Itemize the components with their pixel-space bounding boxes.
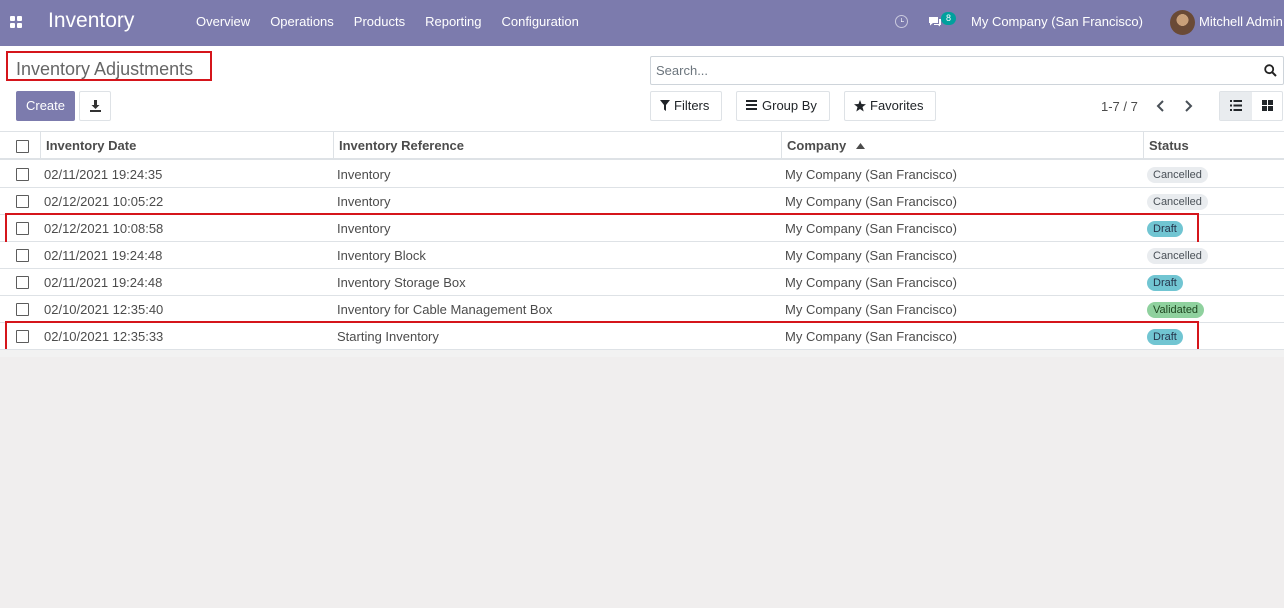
create-button[interactable]: Create xyxy=(16,91,75,121)
menu-item-operations[interactable]: Operations xyxy=(260,14,344,29)
group-by-label: Group By xyxy=(762,98,817,113)
menu-item-products[interactable]: Products xyxy=(344,14,415,29)
top-navbar: Inventory Overview Operations Products R… xyxy=(0,0,1284,46)
status-badge: Cancelled xyxy=(1147,248,1208,264)
cell-inventory-reference: Starting Inventory xyxy=(337,329,439,344)
avatar[interactable] xyxy=(1170,10,1195,35)
cell-inventory-reference: Inventory xyxy=(337,194,391,209)
favorites-label: Favorites xyxy=(870,98,924,113)
messages-icon[interactable] xyxy=(928,16,942,27)
cell-company: My Company (San Francisco) xyxy=(785,275,957,290)
status-badge: Cancelled xyxy=(1147,194,1208,210)
download-icon xyxy=(90,100,101,112)
cell-company: My Company (San Francisco) xyxy=(785,248,957,263)
table-row[interactable]: 02/11/2021 19:24:35 Inventory My Company (… xyxy=(0,161,1284,188)
status-badge: Validated xyxy=(1147,302,1205,318)
cell-company: My Company (San Francisco) xyxy=(785,302,957,317)
status-badge: Draft xyxy=(1147,275,1183,291)
row-select-checkbox[interactable] xyxy=(16,168,29,181)
column-header-company[interactable]: Company xyxy=(781,132,1145,160)
column-header-status[interactable]: Status xyxy=(1143,132,1284,160)
control-panel: Inventory Adjustments Create Filters Gro… xyxy=(0,46,1284,132)
column-header-company-label: Company xyxy=(787,138,847,153)
row-select-checkbox[interactable] xyxy=(16,195,29,208)
cell-inventory-date: 02/11/2021 19:24:48 xyxy=(44,275,163,290)
row-select-checkbox[interactable] xyxy=(16,276,29,289)
table-row[interactable]: 02/10/2021 12:35:33 Starting Inventory My … xyxy=(0,323,1284,350)
row-select-checkbox[interactable] xyxy=(16,249,29,262)
cell-inventory-reference: Inventory xyxy=(337,221,391,236)
search-input[interactable] xyxy=(656,63,1256,78)
search-icon[interactable] xyxy=(1264,64,1277,77)
cell-company: My Company (San Francisco) xyxy=(785,221,957,236)
cell-inventory-reference: Inventory Block xyxy=(337,248,426,263)
filter-icon xyxy=(660,100,670,111)
activity-clock-icon[interactable] xyxy=(895,15,908,28)
cell-inventory-date: 02/10/2021 12:35:40 xyxy=(44,302,164,317)
title-highlight-box xyxy=(6,51,212,81)
favorites-button[interactable]: Favorites xyxy=(844,91,936,121)
cell-inventory-date: 02/12/2021 10:05:22 xyxy=(44,194,164,209)
cell-inventory-date: 02/11/2021 19:24:35 xyxy=(44,167,163,182)
cell-inventory-date: 02/10/2021 12:35:33 xyxy=(44,329,164,344)
kanban-view-icon xyxy=(1262,100,1273,111)
status-badge: Draft xyxy=(1147,329,1183,345)
row-select-checkbox[interactable] xyxy=(16,330,29,343)
row-select-checkbox[interactable] xyxy=(16,303,29,316)
export-button[interactable] xyxy=(79,91,111,121)
app-name[interactable]: Inventory xyxy=(48,9,134,33)
cell-inventory-reference: Inventory for Cable Management Box xyxy=(337,302,553,317)
group-by-button[interactable]: Group By xyxy=(736,91,830,121)
table-row[interactable]: 02/12/2021 10:05:22 Inventory My Company (… xyxy=(0,188,1284,215)
column-header-inventory-reference[interactable]: Inventory Reference xyxy=(333,132,782,160)
pager-next-icon[interactable] xyxy=(1182,99,1194,113)
table-row[interactable]: 02/10/2021 12:35:40 Inventory for Cable M… xyxy=(0,296,1284,323)
cell-inventory-date: 02/12/2021 10:08:58 xyxy=(44,221,164,236)
cell-inventory-date: 02/11/2021 19:24:48 xyxy=(44,248,163,263)
group-by-icon xyxy=(746,100,757,110)
messages-count-badge: 8 xyxy=(941,12,956,25)
filters-button[interactable]: Filters xyxy=(650,91,722,121)
table-row[interactable]: 02/12/2021 10:08:58 Inventory My Company (… xyxy=(0,215,1284,242)
table-row[interactable]: 02/11/2021 19:24:48 Inventory Block My Com… xyxy=(0,242,1284,269)
menu-item-configuration[interactable]: Configuration xyxy=(491,14,588,29)
cell-inventory-reference: Inventory Storage Box xyxy=(337,275,466,290)
apps-menu-icon[interactable] xyxy=(10,16,22,28)
list-view-table: Inventory Date Inventory Reference Compa… xyxy=(0,132,1284,357)
user-menu[interactable]: Mitchell Admin xyxy=(1199,14,1283,29)
filters-label: Filters xyxy=(674,98,710,113)
select-all-checkbox[interactable] xyxy=(16,140,29,153)
main-menu: Overview Operations Products Reporting C… xyxy=(186,14,589,29)
company-switcher[interactable]: My Company (San Francisco) xyxy=(971,14,1143,29)
sort-ascending-icon xyxy=(855,142,865,149)
table-footer xyxy=(0,349,1284,357)
kanban-view-button[interactable] xyxy=(1252,92,1283,120)
row-select-checkbox[interactable] xyxy=(16,222,29,235)
search-bar xyxy=(650,56,1284,85)
cell-inventory-reference: Inventory xyxy=(337,167,391,182)
status-badge: Draft xyxy=(1147,221,1183,237)
table-row[interactable]: 02/11/2021 19:24:48 Inventory Storage Box… xyxy=(0,269,1284,296)
list-view-icon xyxy=(1230,100,1242,111)
cell-company: My Company (San Francisco) xyxy=(785,329,957,344)
status-badge: Cancelled xyxy=(1147,167,1208,183)
menu-item-overview[interactable]: Overview xyxy=(186,14,260,29)
column-header-inventory-date[interactable]: Inventory Date xyxy=(40,132,334,160)
menu-item-reporting[interactable]: Reporting xyxy=(415,14,491,29)
pager-previous-icon[interactable] xyxy=(1155,99,1167,113)
table-header: Inventory Date Inventory Reference Compa… xyxy=(0,132,1284,160)
star-icon xyxy=(854,100,866,112)
cell-company: My Company (San Francisco) xyxy=(785,167,957,182)
cell-company: My Company (San Francisco) xyxy=(785,194,957,209)
pager-value[interactable]: 1-7 / 7 xyxy=(1101,99,1138,114)
list-view-button[interactable] xyxy=(1220,92,1252,120)
view-switcher xyxy=(1219,91,1283,121)
